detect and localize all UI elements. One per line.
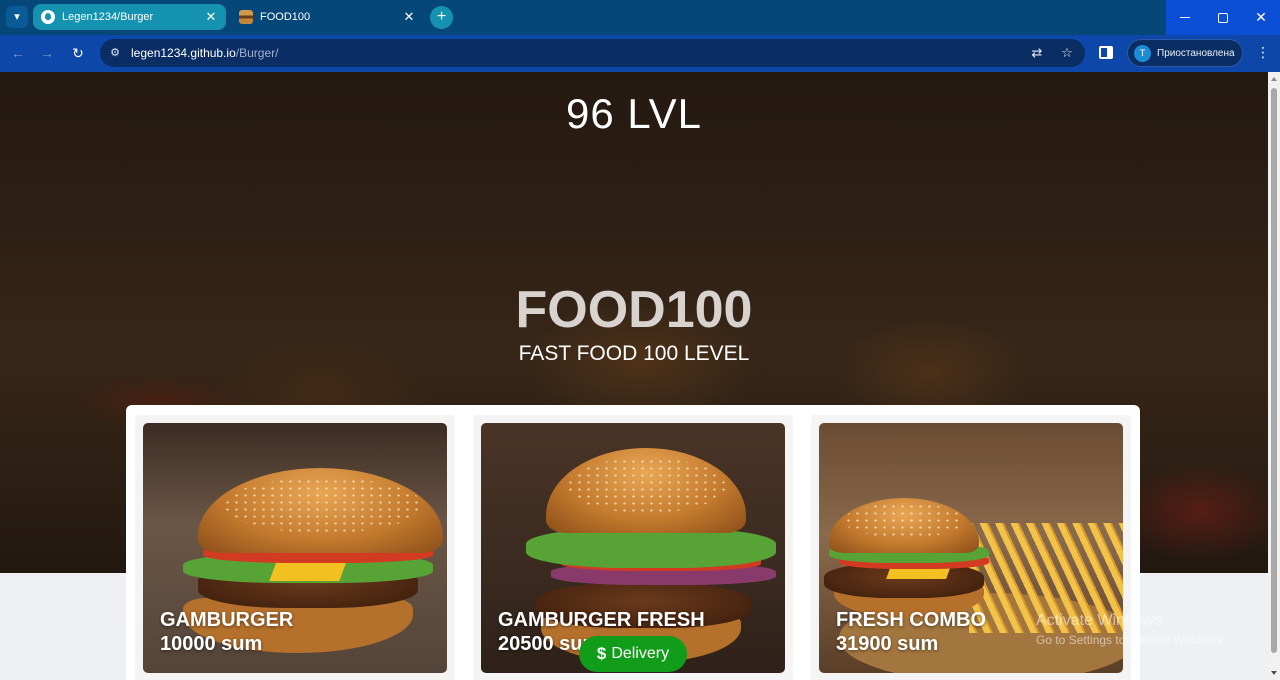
dollar-icon: $ [596, 644, 607, 663]
new-tab-button[interactable]: + [430, 6, 453, 29]
tab-title: FOOD100 [260, 11, 311, 23]
item-name: GAMBURGER FRESH [498, 609, 705, 631]
burger-favicon-icon [239, 10, 253, 24]
url-path: /Burger/ [235, 46, 279, 60]
kebab-menu-icon[interactable]: ⋮ [1256, 44, 1270, 61]
browser-toolbar: ← → ↻ ⚙ legen1234.github.io/Burger/ ⇄ ☆ … [0, 35, 1280, 72]
omnibox-actions: ⇄ ☆ [1029, 45, 1075, 61]
avatar: T [1134, 44, 1151, 62]
translate-icon[interactable]: ⇄ [1029, 45, 1045, 61]
profile-button[interactable]: T Приостановлена [1127, 39, 1243, 67]
tab-food100[interactable]: FOOD100 ✕ [231, 4, 424, 30]
tagline: FAST FOOD 100 LEVEL [518, 342, 750, 365]
page-viewport: 96 LVL FOOD100 FAST FOOD 100 LEVEL GAMBU… [0, 72, 1268, 680]
url-host: legen1234.github.io [131, 46, 236, 60]
windows-activation-watermark: Activate Windows Go to Settings to activ… [1036, 612, 1225, 647]
close-tab-icon[interactable]: ✕ [204, 9, 218, 25]
page-scrollbar[interactable] [1268, 72, 1280, 680]
watermark-title: Activate Windows [1036, 612, 1163, 629]
watermark-subtitle: Go to Settings to activate Windows. [1036, 633, 1226, 647]
url-text[interactable]: legen1234.github.io/Burger/ [131, 46, 278, 60]
item-name: GAMBURGER [160, 609, 294, 631]
site-settings-icon[interactable]: ⚙ [108, 46, 122, 60]
minimize-icon[interactable] [1166, 0, 1204, 35]
item-price: 10000 sum [160, 633, 263, 655]
github-icon [41, 10, 55, 24]
side-panel-icon[interactable] [1099, 46, 1113, 59]
menu-card[interactable]: GAMBURGER 10000 sum [135, 415, 455, 680]
restore-icon[interactable] [1204, 0, 1242, 35]
reload-icon[interactable]: ↻ [69, 44, 87, 62]
tab-search-button[interactable]: ▾ [6, 6, 28, 28]
level-heading: 96 LVL [566, 90, 702, 137]
close-tab-icon[interactable]: ✕ [402, 9, 416, 25]
tab-github[interactable]: Legen1234/Burger ✕ [33, 4, 226, 30]
bookmark-star-icon[interactable]: ☆ [1059, 45, 1075, 61]
window-controls: ✕ [1166, 0, 1280, 35]
profile-status: Приостановлена [1157, 47, 1235, 59]
brand-title: FOOD100 [515, 281, 753, 339]
item-name: FRESH COMBO [836, 609, 986, 631]
tab-title: Legen1234/Burger [62, 11, 154, 23]
back-arrow-icon[interactable]: ← [9, 44, 27, 62]
close-window-icon[interactable]: ✕ [1242, 0, 1280, 35]
forward-arrow-icon[interactable]: → [38, 44, 56, 62]
scroll-up-arrow-icon[interactable] [1271, 77, 1277, 81]
delivery-label: Delivery [611, 645, 670, 662]
address-bar[interactable]: ⚙ legen1234.github.io/Burger/ ⇄ ☆ [100, 39, 1085, 67]
item-price: 31900 sum [836, 633, 939, 655]
delivery-button[interactable]: $ Delivery [579, 636, 687, 672]
scrollbar-thumb[interactable] [1271, 88, 1277, 653]
scroll-down-arrow-icon[interactable] [1271, 671, 1277, 675]
tab-strip: ▾ Legen1234/Burger ✕ FOOD100 ✕ + ✕ [0, 0, 1280, 35]
